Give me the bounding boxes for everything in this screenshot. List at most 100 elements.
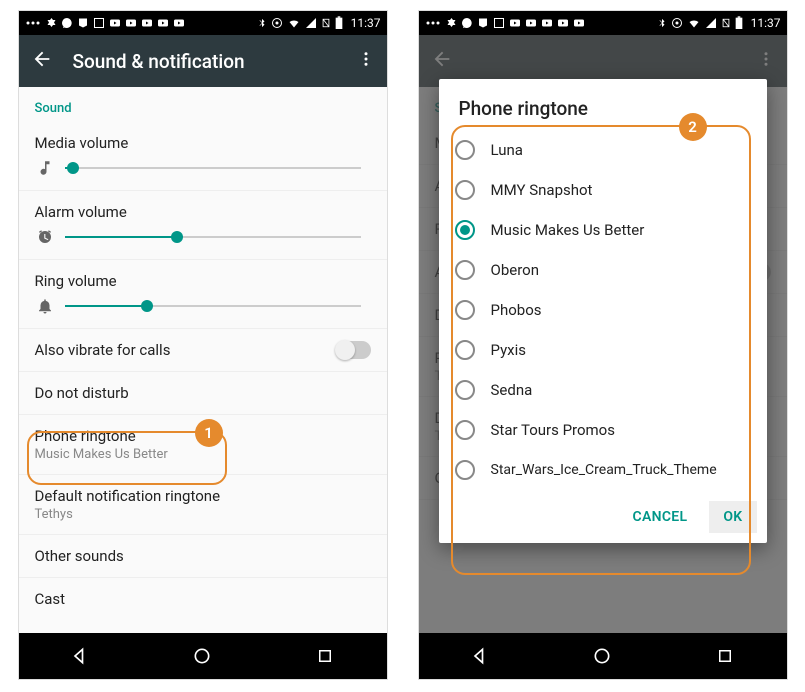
- phone-ringtone-sub: Music Makes Us Better: [35, 447, 371, 462]
- status-time: 11:37: [351, 16, 381, 30]
- youtube-icon: [509, 17, 521, 29]
- radio-icon[interactable]: [455, 420, 475, 440]
- ring-volume-slider[interactable]: [65, 305, 361, 307]
- phone-right: 11:37 Sound Media volume Alarm volume Ri…: [418, 10, 788, 680]
- ringtone-option-label: Star_Wars_Ice_Cream_Truck_Theme: [491, 462, 717, 478]
- nav-back-icon[interactable]: [68, 644, 92, 668]
- nav-recent-icon[interactable]: [313, 644, 337, 668]
- ringtone-dialog: Phone ringtone Luna MMY Snapshot Music Mak…: [439, 79, 767, 543]
- cast-label: Cast: [35, 590, 371, 608]
- ringtone-option[interactable]: Luna: [455, 130, 757, 170]
- alarm-volume-slider[interactable]: [65, 236, 361, 238]
- nav-home-icon[interactable]: [590, 644, 614, 668]
- battery-icon: [735, 16, 743, 30]
- youtube-icon: [125, 17, 137, 29]
- ringtone-option-label: Phobos: [491, 301, 542, 319]
- phone-left: 11:37 Sound & notification Sound Media v…: [18, 10, 388, 680]
- radio-icon[interactable]: [455, 180, 475, 200]
- ringtone-option[interactable]: Phobos: [455, 290, 757, 330]
- more-icon: [425, 18, 441, 28]
- back-icon[interactable]: [31, 48, 53, 74]
- step-badge-2: 2: [679, 113, 707, 141]
- ringtone-option[interactable]: Sedna: [455, 370, 757, 410]
- cancel-button[interactable]: CANCEL: [619, 501, 702, 533]
- ring-volume-label: Ring volume: [35, 272, 371, 290]
- ringtone-option[interactable]: Music Makes Us Better: [455, 210, 757, 250]
- notif-ringtone-title: Default notification ringtone: [35, 487, 371, 505]
- status-time: 11:37: [751, 16, 781, 30]
- dnd-label: Do not disturb: [35, 384, 371, 402]
- ringtone-option-label: Star Tours Promos: [491, 421, 615, 439]
- ringtone-option-label: Oberon: [491, 261, 539, 279]
- hand-icon: [445, 17, 457, 29]
- dialog-title: Phone ringtone: [439, 79, 767, 130]
- circle-icon: [671, 17, 683, 29]
- wifi-icon: [687, 17, 701, 29]
- radio-icon[interactable]: [455, 300, 475, 320]
- radio-icon[interactable]: [455, 380, 475, 400]
- ringtone-list[interactable]: Luna MMY Snapshot Music Makes Us Better Obe…: [439, 130, 767, 493]
- ringtone-option[interactable]: Star Tours Promos: [455, 410, 757, 450]
- no-sim-icon: [321, 17, 331, 29]
- radio-icon[interactable]: [455, 140, 475, 160]
- hand-icon: [45, 17, 57, 29]
- youtube-icon: [525, 17, 537, 29]
- media-volume-slider[interactable]: [65, 167, 361, 169]
- youtube-icon: [173, 17, 185, 29]
- section-sound-header: Sound: [19, 87, 387, 122]
- nav-recent-icon[interactable]: [713, 644, 737, 668]
- youtube-icon: [157, 17, 169, 29]
- row-other-sounds[interactable]: Other sounds: [19, 535, 387, 578]
- bluetooth-icon: [657, 16, 667, 30]
- nav-back-icon[interactable]: [468, 644, 492, 668]
- radio-icon[interactable]: [455, 260, 475, 280]
- app-bar: Sound & notification: [19, 35, 387, 87]
- row-alarm-volume[interactable]: Alarm volume: [19, 191, 387, 260]
- more-icon: [25, 18, 41, 28]
- row-vibrate[interactable]: Also vibrate for calls: [19, 329, 387, 372]
- bell-icon: [35, 296, 55, 316]
- radio-icon[interactable]: [455, 460, 475, 480]
- step-badge-1: 1: [195, 419, 223, 447]
- media-volume-label: Media volume: [35, 134, 371, 152]
- ringtone-option-label: Music Makes Us Better: [491, 221, 645, 239]
- ok-button[interactable]: OK: [709, 501, 756, 533]
- ringtone-option-label: Sedna: [491, 381, 533, 399]
- row-dnd[interactable]: Do not disturb: [19, 372, 387, 415]
- ringtone-option-label: MMY Snapshot: [491, 181, 593, 199]
- row-cast[interactable]: Cast: [19, 578, 387, 620]
- circle-icon: [271, 17, 283, 29]
- ringtone-option[interactable]: MMY Snapshot: [455, 170, 757, 210]
- status-bar: 11:37: [419, 11, 787, 35]
- notif-ringtone-sub: Tethys: [35, 507, 371, 522]
- settings-content: Sound Media volume Alarm volume Ring vol…: [19, 87, 387, 633]
- bluetooth-icon: [257, 16, 267, 30]
- alarm-volume-label: Alarm volume: [35, 203, 371, 221]
- signal-icon: [705, 17, 717, 29]
- nav-home-icon[interactable]: [190, 644, 214, 668]
- row-media-volume[interactable]: Media volume: [19, 122, 387, 191]
- ringtone-option[interactable]: Oberon: [455, 250, 757, 290]
- play-icon: [477, 17, 489, 29]
- row-notif-ringtone[interactable]: Default notification ringtone Tethys: [19, 475, 387, 535]
- image-icon: [493, 17, 505, 29]
- ringtone-option[interactable]: Pyxis: [455, 330, 757, 370]
- status-bar: 11:37: [19, 11, 387, 35]
- music-note-icon: [35, 158, 55, 178]
- radio-icon[interactable]: [455, 340, 475, 360]
- play-icon: [77, 17, 89, 29]
- nav-bar: [419, 633, 787, 679]
- image-icon: [93, 17, 105, 29]
- nav-bar: [19, 633, 387, 679]
- ringtone-option-label: Pyxis: [491, 341, 527, 359]
- alarm-icon: [35, 227, 55, 247]
- vibrate-toggle[interactable]: [337, 341, 371, 359]
- hangouts-icon: [61, 17, 73, 29]
- ringtone-option-label: Luna: [491, 141, 523, 159]
- wifi-icon: [287, 17, 301, 29]
- row-ring-volume[interactable]: Ring volume: [19, 260, 387, 329]
- radio-icon[interactable]: [455, 220, 475, 240]
- appbar-title: Sound & notification: [73, 50, 337, 73]
- overflow-icon[interactable]: [357, 50, 375, 72]
- ringtone-option[interactable]: Star_Wars_Ice_Cream_Truck_Theme: [455, 450, 757, 490]
